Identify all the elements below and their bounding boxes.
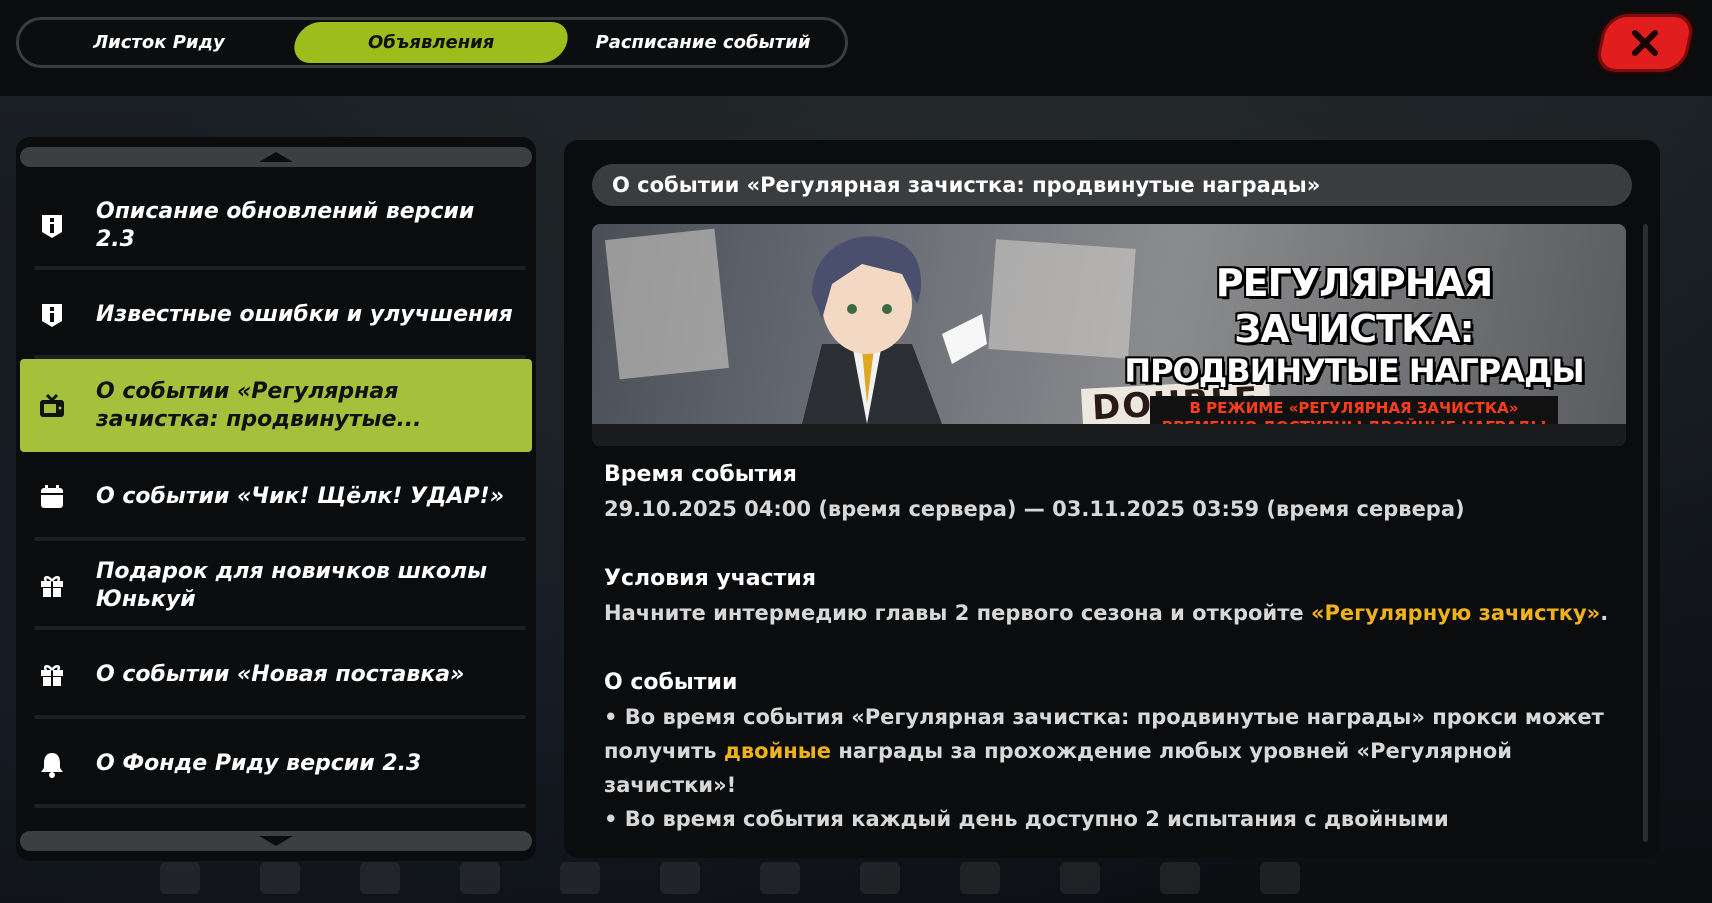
list-item-label: Известные ошибки и улучшения (96, 301, 513, 327)
event-time-title: Время события (604, 462, 797, 487)
list-item-ridu-fund[interactable]: О Фонде Риду версии 2.3 (20, 719, 532, 808)
banner-subtitle-line1: В РЕЖИМЕ «РЕГУЛЯРНАЯ ЗАЧИСТКА» (1189, 399, 1519, 417)
announcement-list-panel: Описание обновлений версии 2.3 Известные… (16, 137, 536, 861)
bell-icon (38, 750, 66, 778)
article-body: Время события 29.10.2025 04:00 (время се… (604, 458, 1614, 858)
banner-title: РЕГУЛЯРНАЯ ЗАЧИСТКА: ПРОДВИНУТЫЕ НАГРАДЫ… (1094, 260, 1614, 440)
conditions-text: Начните интермедию главы 2 первого сезон… (604, 601, 1609, 625)
chevron-up-icon (259, 152, 293, 162)
tab-event-schedule[interactable]: Расписание событий (567, 22, 839, 63)
conditions-link[interactable]: «Регулярную зачистку» (1311, 601, 1600, 625)
announcement-content-panel: О событии «Регулярная зачистка: продвину… (564, 140, 1660, 858)
about-paragraph-2: • Во время события каждый день доступно … (604, 807, 1449, 831)
close-button[interactable] (1593, 14, 1697, 72)
tab-announcements[interactable]: Объявления (289, 22, 573, 63)
list-item-label: О событии «Новая поставка» (96, 661, 465, 687)
banner-decor (604, 228, 730, 380)
event-banner: DOUBLE РЕГУЛЯРНАЯ ЗАЧИСТКА: ПРОДВИНУТЫЕ … (592, 224, 1626, 446)
list-item-label: О Фонде Риду версии 2.3 (96, 750, 422, 776)
highlight-double: двойные (723, 739, 832, 763)
gift-icon (38, 572, 66, 600)
close-icon (1632, 30, 1658, 56)
list-item-regular-sweep[interactable]: О событии «Регулярная зачистка: продвину… (20, 359, 532, 452)
article-title: О событии «Регулярная зачистка: продвину… (592, 164, 1632, 206)
list-item-label: О событии «Чик! Щёлк! УДАР!» (96, 483, 504, 509)
tab-ridu-sheet[interactable]: Листок Риду (23, 22, 295, 63)
hud-ghost (160, 862, 1540, 898)
scroll-up-button[interactable] (20, 147, 532, 167)
event-time-value: 29.10.2025 04:00 (время сервера) — 03.11… (604, 497, 1465, 521)
list-item-new-delivery[interactable]: О событии «Новая поставка» (20, 630, 532, 719)
list-item-update-notes[interactable]: Описание обновлений версии 2.3 (20, 181, 532, 270)
banner-title-line1: РЕГУЛЯРНАЯ ЗАЧИСТКА: (1215, 261, 1493, 351)
banner-strip (592, 424, 1626, 446)
gift-icon (38, 661, 66, 689)
character-illustration (802, 236, 987, 424)
info-icon (38, 212, 66, 240)
about-title: О событии (604, 670, 738, 695)
content-scrollbar[interactable] (1643, 224, 1648, 842)
info-icon (38, 301, 66, 329)
list-item-newbie-gift[interactable]: Подарок для новичков школы Юнькуй (20, 541, 532, 630)
calendar-icon (38, 483, 66, 511)
tab-bar: Листок Риду Объявления Расписание событи… (16, 17, 848, 68)
banner-title-line2: ПРОДВИНУТЫЕ НАГРАДЫ (1124, 352, 1584, 390)
conditions-title: Условия участия (604, 566, 816, 591)
list-item-known-issues[interactable]: Известные ошибки и улучшения (20, 270, 532, 359)
list-item-label: Описание обновлений версии 2.3 (96, 198, 475, 252)
chevron-down-icon (259, 836, 293, 846)
scroll-down-button[interactable] (20, 831, 532, 851)
announcement-list: Описание обновлений версии 2.3 Известные… (20, 181, 532, 808)
list-item-label: Подарок для новичков школы Юнькуй (96, 558, 488, 612)
tv-icon (38, 392, 66, 420)
list-item-label: О событии «Регулярная зачистка: продвину… (96, 378, 422, 432)
list-item-chick-click-hit[interactable]: О событии «Чик! Щёлк! УДАР!» (20, 452, 532, 541)
about-paragraph-1: • Во время события «Регулярная зачистка:… (604, 705, 1604, 797)
